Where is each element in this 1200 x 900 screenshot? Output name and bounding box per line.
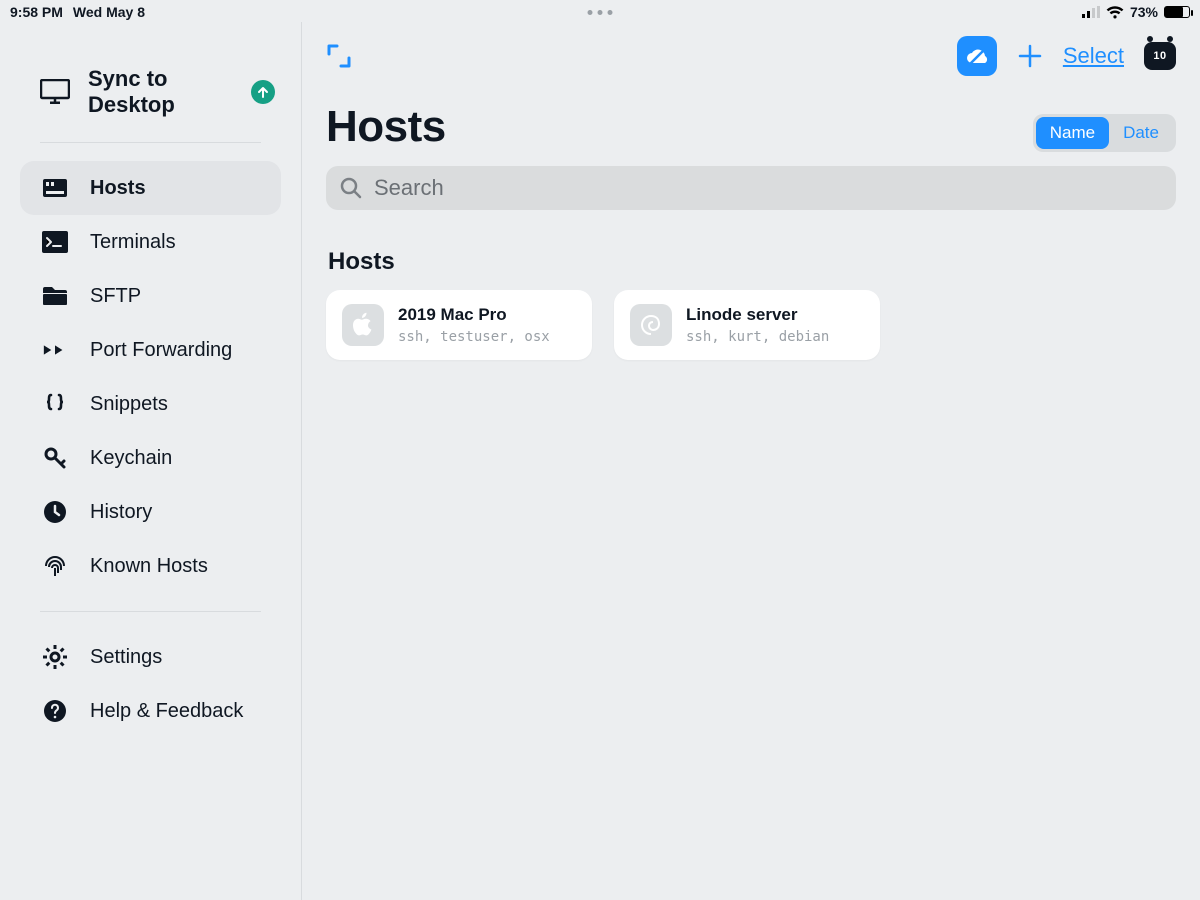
sort-name[interactable]: Name xyxy=(1036,117,1109,149)
key-icon xyxy=(42,445,68,471)
multitask-dots[interactable] xyxy=(588,10,613,15)
sidebar-item-help[interactable]: Help & Feedback xyxy=(20,684,281,738)
sidebar-item-keychain[interactable]: Keychain xyxy=(20,431,281,485)
help-icon xyxy=(42,698,68,724)
status-time: 9:58 PM xyxy=(10,4,63,20)
sidebar-item-known-hosts[interactable]: Known Hosts xyxy=(20,539,281,593)
port-forward-icon xyxy=(42,337,68,363)
sidebar-divider xyxy=(40,611,261,612)
status-bar: 9:58 PM Wed May 8 73% xyxy=(0,0,1200,22)
sort-date[interactable]: Date xyxy=(1109,117,1173,149)
battery-icon xyxy=(1164,6,1190,18)
assistant-icon[interactable]: 10 xyxy=(1144,42,1176,70)
apple-icon xyxy=(342,304,384,346)
sync-to-desktop[interactable]: Sync to Desktop xyxy=(0,56,301,142)
sidebar-item-snippets[interactable]: Snippets xyxy=(20,377,281,431)
host-sub: ssh, kurt, debian xyxy=(686,329,829,345)
main-content: Select 10 Hosts Name Date Hosts xyxy=(302,22,1200,900)
page-title: Hosts xyxy=(326,102,446,152)
sidebar-item-label: Hosts xyxy=(90,177,146,200)
sidebar-item-history[interactable]: History xyxy=(20,485,281,539)
folder-icon xyxy=(42,283,68,309)
host-name: Linode server xyxy=(686,305,829,325)
battery-pct: 73% xyxy=(1130,4,1158,20)
sidebar-item-label: Keychain xyxy=(90,447,172,470)
sidebar-item-sftp[interactable]: SFTP xyxy=(20,269,281,323)
sync-up-icon xyxy=(251,80,275,104)
wifi-icon xyxy=(1106,6,1124,19)
sidebar-item-port-forwarding[interactable]: Port Forwarding xyxy=(20,323,281,377)
sync-label: Sync to Desktop xyxy=(88,66,233,118)
host-sub: ssh, testuser, osx xyxy=(398,329,550,345)
sidebar-divider xyxy=(40,142,261,143)
sidebar: Sync to Desktop Hosts Terminals xyxy=(0,22,302,900)
search-input[interactable] xyxy=(374,175,1162,201)
cloud-sync-button[interactable] xyxy=(957,36,997,76)
fingerprint-icon xyxy=(42,553,68,579)
add-button[interactable] xyxy=(1017,43,1043,69)
terminal-icon xyxy=(42,229,68,255)
sidebar-item-hosts[interactable]: Hosts xyxy=(20,161,281,215)
sidebar-item-label: Settings xyxy=(90,646,162,669)
section-title: Hosts xyxy=(328,248,1176,276)
sidebar-item-label: History xyxy=(90,501,152,524)
sidebar-item-terminals[interactable]: Terminals xyxy=(20,215,281,269)
host-name: 2019 Mac Pro xyxy=(398,305,550,325)
status-date: Wed May 8 xyxy=(73,4,145,20)
desktop-icon xyxy=(40,79,70,105)
search-icon xyxy=(340,177,362,199)
sidebar-item-settings[interactable]: Settings xyxy=(20,630,281,684)
debian-icon xyxy=(630,304,672,346)
clock-icon xyxy=(42,499,68,525)
braces-icon xyxy=(42,391,68,417)
sidebar-item-label: Terminals xyxy=(90,231,176,254)
search-field[interactable] xyxy=(326,166,1176,210)
gear-icon xyxy=(42,644,68,670)
cell-signal-icon xyxy=(1082,6,1100,18)
expand-icon[interactable] xyxy=(326,43,352,69)
sidebar-item-label: Known Hosts xyxy=(90,555,208,578)
select-link[interactable]: Select xyxy=(1063,43,1124,69)
sidebar-item-label: SFTP xyxy=(90,285,141,308)
sidebar-item-label: Port Forwarding xyxy=(90,339,232,362)
sidebar-item-label: Snippets xyxy=(90,393,168,416)
host-card[interactable]: Linode server ssh, kurt, debian xyxy=(614,290,880,360)
sidebar-item-label: Help & Feedback xyxy=(90,700,243,723)
hosts-icon xyxy=(42,175,68,201)
host-card[interactable]: 2019 Mac Pro ssh, testuser, osx xyxy=(326,290,592,360)
sort-segmented-control[interactable]: Name Date xyxy=(1033,114,1176,152)
